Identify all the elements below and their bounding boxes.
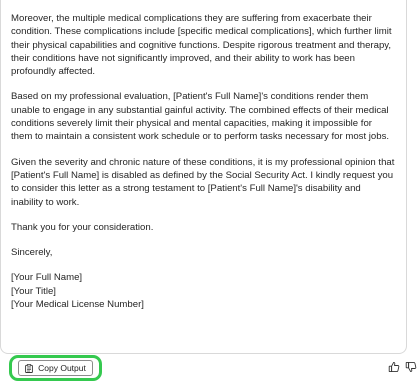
signature-license: [Your Medical License Number]: [11, 299, 144, 311]
copy-output-label: Copy Output: [38, 363, 86, 373]
letter-signature: [Your Full Name] [Your Title] [Your Medi…: [11, 271, 395, 311]
output-card: Moreover, the multiple medical complicat…: [0, 0, 419, 384]
letter-closing: Sincerely,: [11, 247, 53, 259]
letter-paragraph: Given the severity and chronic nature of…: [11, 156, 395, 208]
letter-paragraph: Thank you for your consideration.: [11, 221, 154, 233]
copy-output-button[interactable]: Copy Output: [18, 360, 93, 376]
signature-name: [Your Full Name]: [11, 272, 83, 284]
letter-output: Moreover, the multiple medical complicat…: [11, 12, 395, 323]
thumbs-down-button[interactable]: [405, 361, 417, 373]
letter-paragraph: Moreover, the multiple medical complicat…: [11, 13, 392, 78]
copy-button-highlight: Copy Output: [9, 355, 102, 381]
thumbs-up-icon: [388, 361, 400, 373]
letter-paragraph: Based on my professional evaluation, [Pa…: [11, 91, 390, 143]
clipboard-icon: [25, 363, 33, 373]
signature-title: [Your Title]: [11, 285, 56, 297]
thumbs-up-button[interactable]: [388, 361, 400, 373]
thumbs-down-icon: [405, 361, 417, 373]
